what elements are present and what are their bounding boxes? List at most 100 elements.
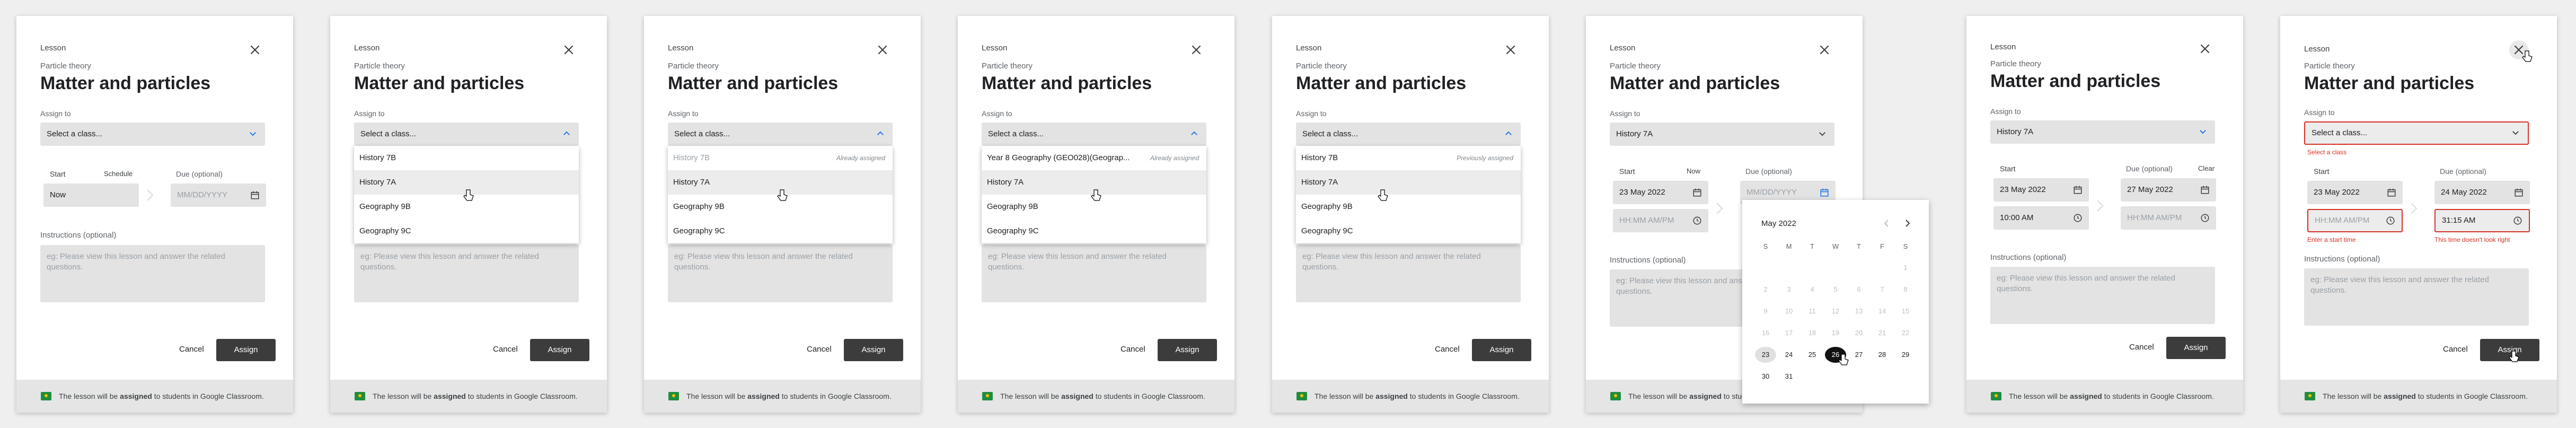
calendar-day[interactable]: 22	[1895, 329, 1916, 337]
chevron-right-icon[interactable]	[1902, 218, 1913, 229]
cancel-button[interactable]: Cancel	[1121, 345, 1145, 354]
instructions-input[interactable]: eg: Please view this lesson and answer t…	[1990, 267, 2215, 324]
calendar-day[interactable]: 9	[1755, 307, 1776, 315]
calendar-day[interactable]: 19	[1825, 329, 1846, 337]
start-date-input[interactable]: 23 May 2022	[2307, 181, 2403, 204]
close-button[interactable]	[873, 40, 892, 59]
calendar-day[interactable]: 12	[1825, 307, 1846, 315]
calendar-day[interactable]: 23	[1755, 347, 1776, 363]
calendar-icon[interactable]	[1820, 188, 1829, 197]
calendar-day[interactable]: 29	[1895, 351, 1916, 359]
class-option[interactable]: Geography 9C	[354, 219, 579, 243]
due-time-input[interactable]: HH:MM AM/PM	[2121, 206, 2216, 230]
close-button[interactable]	[1187, 40, 1206, 59]
class-option[interactable]: History 7A	[1296, 170, 1521, 195]
clock-icon[interactable]	[2386, 216, 2395, 225]
class-select[interactable]: Select a class...	[2304, 121, 2529, 145]
now-link[interactable]: Now	[1687, 167, 1700, 175]
calendar-icon[interactable]	[2200, 185, 2210, 195]
assign-button[interactable]: Assign	[1472, 339, 1531, 361]
calendar-day[interactable]: 10	[1778, 307, 1799, 315]
assign-button[interactable]: Assign	[844, 339, 903, 361]
calendar-day[interactable]: 6	[1848, 285, 1869, 293]
calendar-icon[interactable]	[2073, 185, 2083, 195]
calendar-icon[interactable]	[1692, 188, 1702, 197]
class-select[interactable]: Select a class...	[40, 123, 265, 146]
calendar-day[interactable]: 5	[1825, 285, 1846, 293]
calendar-day[interactable]: 31	[1778, 372, 1799, 380]
clock-icon[interactable]	[1692, 216, 1702, 225]
class-option[interactable]: Geography 9C	[1296, 219, 1521, 243]
calendar-day[interactable]: 14	[1872, 307, 1893, 315]
calendar-day[interactable]: 25	[1802, 351, 1823, 359]
close-button[interactable]	[1501, 40, 1520, 59]
clock-icon[interactable]	[2513, 216, 2522, 225]
due-time-input[interactable]: 31:15 AM	[2434, 209, 2530, 232]
instructions-input[interactable]: eg: Please view this lesson and answer t…	[668, 245, 893, 302]
class-option[interactable]: Geography 9C	[982, 219, 1206, 243]
class-select[interactable]: Select a class...	[1296, 123, 1521, 146]
calendar-day[interactable]: 4	[1802, 285, 1823, 293]
calendar-day[interactable]: 21	[1872, 329, 1893, 337]
start-date-input[interactable]: Now	[43, 184, 139, 207]
class-option[interactable]: Geography 9C	[668, 219, 893, 243]
calendar-day[interactable]: 3	[1778, 285, 1799, 293]
assign-button[interactable]: Assign	[2166, 337, 2226, 359]
instructions-input[interactable]: eg: Please view this lesson and answer t…	[1296, 245, 1521, 302]
close-button[interactable]	[2195, 39, 2215, 58]
calendar-day[interactable]: 17	[1778, 329, 1799, 337]
start-date-input[interactable]: 23 May 2022	[1613, 181, 1708, 204]
class-select[interactable]: Select a class...	[354, 123, 579, 146]
class-select[interactable]: Select a class...	[668, 123, 893, 146]
calendar-day[interactable]: 13	[1848, 307, 1869, 315]
calendar-icon[interactable]	[2514, 188, 2524, 197]
class-select[interactable]: Select a class...	[982, 123, 1206, 146]
assign-button[interactable]: Assign	[530, 339, 589, 361]
start-time-input[interactable]: HH:MM AM/PM	[1613, 209, 1708, 232]
class-option[interactable]: History 7B	[354, 146, 579, 170]
calendar-day[interactable]: 18	[1802, 329, 1823, 337]
calendar-day[interactable]: 7	[1872, 285, 1893, 293]
calendar-day[interactable]: 24	[1778, 351, 1799, 359]
calendar-day[interactable]: 8	[1895, 285, 1916, 293]
close-button[interactable]	[1815, 40, 1834, 59]
class-option[interactable]: Geography 9B	[1296, 195, 1521, 219]
chevron-left-icon[interactable]	[1881, 218, 1892, 229]
calendar-icon[interactable]	[250, 190, 260, 200]
start-date-input[interactable]: 23 May 2022	[1993, 178, 2089, 202]
class-select[interactable]: History 7A	[1610, 123, 1834, 146]
class-select[interactable]: History 7A	[1990, 120, 2215, 144]
assign-button[interactable]: Assign	[1158, 339, 1217, 361]
instructions-input[interactable]: eg: Please view this lesson and answer t…	[982, 245, 1206, 302]
start-time-input[interactable]: 10:00 AM	[1993, 206, 2089, 230]
due-date-input[interactable]: 24 May 2022	[2434, 181, 2530, 204]
cancel-button[interactable]: Cancel	[179, 345, 204, 354]
due-date-input[interactable]: 27 May 2022	[2121, 178, 2216, 202]
calendar-day[interactable]: 15	[1895, 307, 1916, 315]
schedule-link[interactable]: Schedule	[104, 170, 133, 178]
instructions-input[interactable]: eg: Please view this lesson and answer t…	[354, 245, 579, 302]
class-option[interactable]: History 7B Previously assigned	[1296, 146, 1521, 170]
cancel-button[interactable]: Cancel	[1435, 345, 1460, 354]
calendar-day[interactable]: 2	[1755, 285, 1776, 293]
instructions-input[interactable]: eg: Please view this lesson and answer t…	[40, 245, 265, 302]
calendar-day[interactable]: 27	[1848, 351, 1869, 359]
cancel-button[interactable]: Cancel	[807, 345, 832, 354]
start-time-input[interactable]: HH:MM AM/PM	[2307, 209, 2403, 232]
assign-button[interactable]: Assign	[216, 339, 276, 361]
cancel-button[interactable]: Cancel	[493, 345, 518, 354]
cancel-button[interactable]: Cancel	[2129, 343, 2154, 352]
clear-link[interactable]: Clear	[2198, 164, 2215, 172]
close-button[interactable]	[245, 40, 264, 59]
clock-icon[interactable]	[2200, 213, 2210, 223]
calendar-day[interactable]: 28	[1872, 351, 1893, 359]
close-button[interactable]	[559, 40, 578, 59]
calendar-day[interactable]: 30	[1755, 372, 1776, 380]
clock-icon[interactable]	[2073, 213, 2083, 223]
instructions-input[interactable]: eg: Please view this lesson and answer t…	[2304, 268, 2529, 326]
calendar-day[interactable]: 1	[1895, 264, 1916, 272]
calendar-icon[interactable]	[2387, 188, 2396, 197]
calendar-day[interactable]: 11	[1802, 307, 1823, 315]
calendar-day[interactable]: 20	[1848, 329, 1869, 337]
cancel-button[interactable]: Cancel	[2443, 345, 2468, 354]
